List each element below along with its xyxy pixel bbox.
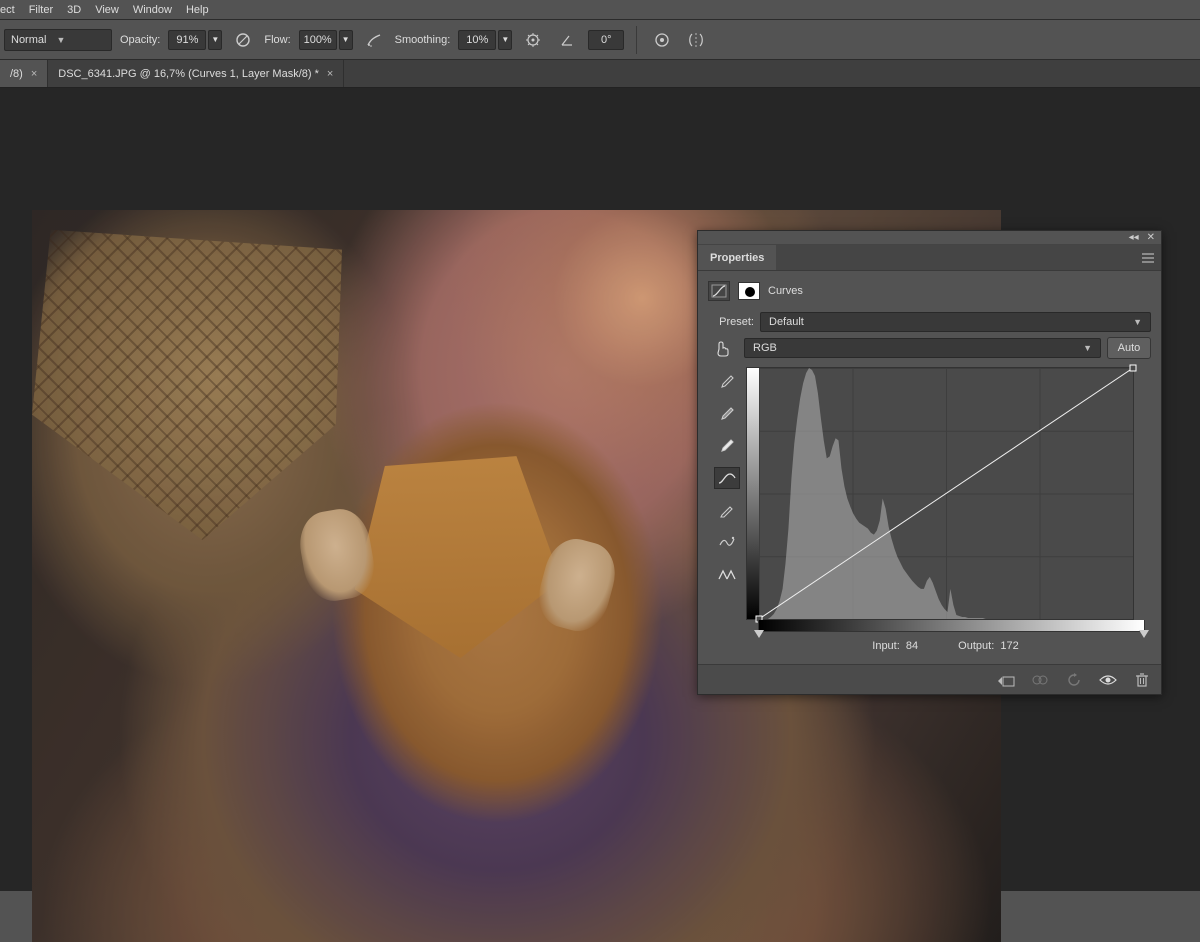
auto-button[interactable]: Auto (1107, 337, 1151, 359)
trash-icon[interactable] (1131, 670, 1153, 690)
preset-label: Preset: (708, 316, 754, 328)
symmetry-icon[interactable] (683, 27, 709, 53)
menu-bar: ect Filter 3D View Window Help (0, 0, 1200, 20)
curves-adjustment-icon[interactable] (708, 281, 730, 301)
panel-footer (698, 664, 1161, 694)
pencil-tool-icon[interactable] (714, 499, 740, 521)
blend-mode-value: Normal (11, 34, 46, 46)
menu-help[interactable]: Help (186, 4, 209, 16)
eyedropper-black-icon[interactable] (714, 371, 740, 393)
menu-filter[interactable]: Filter (29, 4, 53, 16)
flow-input[interactable]: 100% ▼ (299, 30, 353, 50)
visibility-icon[interactable] (1097, 670, 1119, 690)
adjustment-header: Curves (708, 277, 1151, 305)
properties-panel: ◂◂ ✕ Properties Curves Preset: Default ▼ (697, 230, 1162, 695)
close-icon[interactable]: × (31, 68, 37, 80)
readout: Input: 84 Output: 172 (746, 632, 1145, 656)
collapse-icon[interactable]: ◂◂ (1129, 232, 1139, 243)
chevron-down-icon: ▼ (1083, 343, 1092, 353)
eyedropper-gray-icon[interactable] (714, 403, 740, 425)
document-tab-inactive[interactable]: /8) × (0, 60, 48, 87)
adjustment-name: Curves (768, 285, 803, 297)
menu-3d[interactable]: 3D (67, 4, 81, 16)
black-point-slider[interactable] (754, 630, 764, 638)
panel-menu-icon[interactable] (1135, 245, 1161, 270)
angle-input[interactable]: 0° (588, 30, 624, 50)
chevron-down-icon[interactable]: ▼ (208, 30, 222, 50)
curve-line[interactable] (759, 368, 1133, 619)
input-gradient[interactable] (758, 620, 1145, 632)
preset-dropdown[interactable]: Default ▼ (760, 312, 1151, 332)
menu-view[interactable]: View (95, 4, 119, 16)
separator (636, 26, 637, 54)
tab-properties[interactable]: Properties (698, 245, 776, 270)
clip-to-layer-icon[interactable] (995, 670, 1017, 690)
white-point-slider[interactable] (1139, 630, 1149, 638)
chevron-down-icon: ▼ (56, 35, 65, 45)
angle-icon (554, 27, 580, 53)
pressure-opacity-icon[interactable] (230, 27, 256, 53)
curve-point-white[interactable] (1130, 365, 1137, 372)
targeted-adjustment-icon[interactable] (708, 339, 738, 357)
airbrush-icon[interactable] (361, 27, 387, 53)
close-icon[interactable]: × (327, 68, 333, 80)
chevron-down-icon[interactable]: ▼ (339, 30, 353, 50)
opacity-input[interactable]: 91% ▼ (168, 30, 222, 50)
clip-tool-icon[interactable] (714, 563, 740, 585)
chevron-down-icon[interactable]: ▼ (498, 30, 512, 50)
blend-mode-dropdown[interactable]: Normal ▼ (4, 29, 112, 51)
chevron-down-icon: ▼ (1133, 317, 1142, 327)
eyedropper-white-icon[interactable] (714, 435, 740, 457)
output-gradient (747, 368, 759, 619)
smoothing-options-icon[interactable] (520, 27, 546, 53)
view-previous-icon[interactable] (1029, 670, 1051, 690)
menu-select[interactable]: ect (0, 4, 15, 16)
channel-dropdown[interactable]: RGB ▼ (744, 338, 1101, 358)
smooth-tool-icon[interactable] (714, 531, 740, 553)
document-tab-active[interactable]: DSC_6341.JPG @ 16,7% (Curves 1, Layer Ma… (48, 60, 344, 87)
panel-tab-strip: Properties (698, 245, 1161, 271)
reset-icon[interactable] (1063, 670, 1085, 690)
smoothing-input[interactable]: 10% ▼ (458, 30, 512, 50)
smoothing-label: Smoothing: (395, 34, 451, 46)
pressure-size-icon[interactable] (649, 27, 675, 53)
layer-mask-icon[interactable] (738, 282, 760, 300)
menu-window[interactable]: Window (133, 4, 172, 16)
panel-title-bar[interactable]: ◂◂ ✕ (698, 231, 1161, 245)
opacity-label: Opacity: (120, 34, 160, 46)
curves-toolstrip (708, 367, 746, 656)
document-tabs: /8) × DSC_6341.JPG @ 16,7% (Curves 1, La… (0, 60, 1200, 88)
options-bar: Normal ▼ Opacity: 91% ▼ Flow: 100% ▼ Smo… (0, 20, 1200, 60)
curve-point-tool-icon[interactable] (714, 467, 740, 489)
curves-graph[interactable] (746, 367, 1134, 620)
close-icon[interactable]: ✕ (1147, 232, 1155, 243)
flow-label: Flow: (264, 34, 290, 46)
